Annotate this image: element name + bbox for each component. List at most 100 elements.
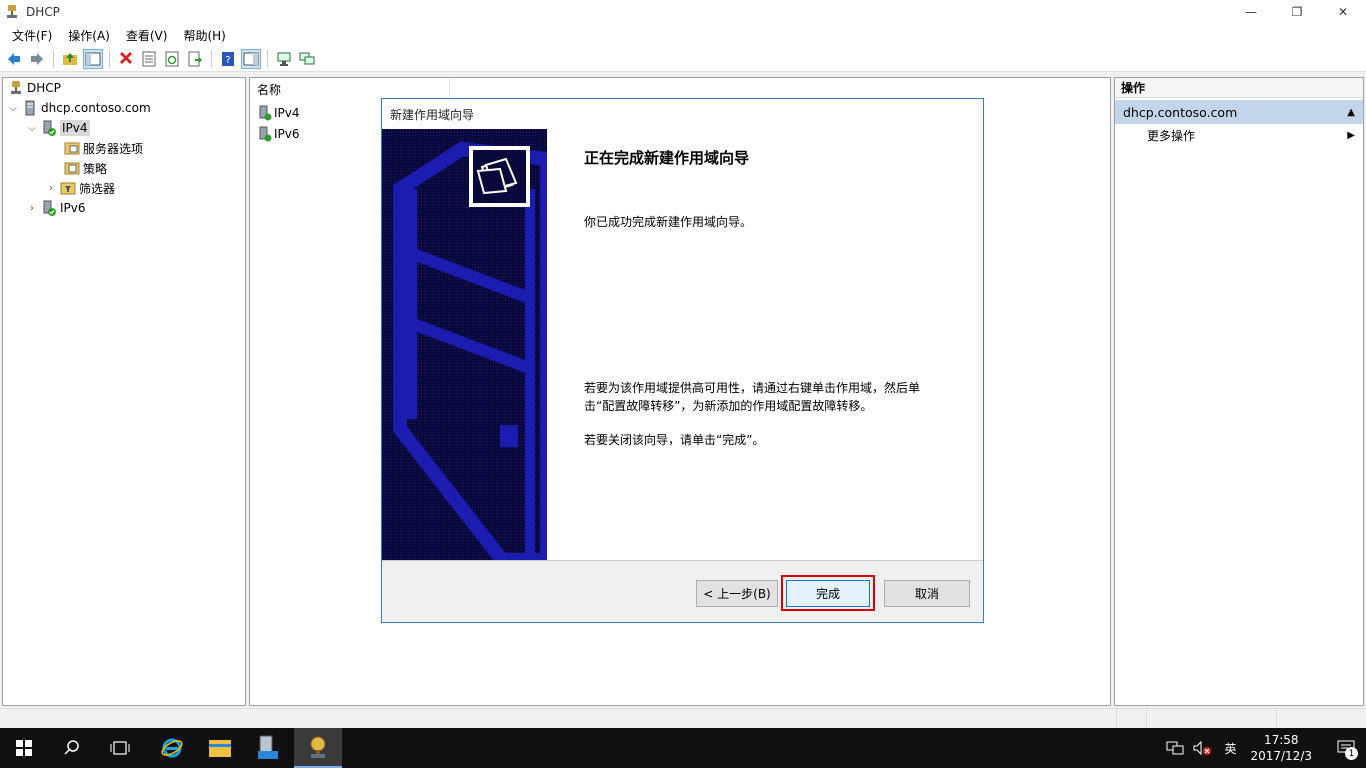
title-bar: DHCP — ❐ ✕ — [0, 0, 1366, 24]
submenu-arrow-icon: ▶ — [1347, 129, 1355, 141]
toolbar-separator — [211, 49, 212, 68]
volume-muted-icon[interactable] — [1192, 740, 1212, 756]
status-bar — [0, 708, 1366, 729]
show-action-pane-icon[interactable] — [241, 48, 261, 69]
menu-help[interactable]: 帮助(H) — [175, 27, 233, 44]
chevron-down-icon[interactable]: ⌵ — [7, 103, 19, 114]
dhcp-app-icon — [7, 5, 17, 18]
show-hide-tree-icon[interactable] — [83, 48, 103, 69]
action-pane-title: 操作 — [1115, 78, 1363, 98]
task-view-button[interactable] — [96, 728, 144, 768]
taskbar-ie[interactable] — [148, 728, 196, 768]
clock-date: 2017/12/3 — [1250, 749, 1312, 763]
export-list-icon[interactable] — [185, 49, 205, 69]
chevron-right-icon[interactable]: › — [26, 203, 38, 214]
column-header-name[interactable]: 名称 — [250, 78, 450, 100]
restore-button[interactable]: ❐ — [1274, 0, 1320, 24]
tree-node-policies[interactable]: 策略 — [61, 158, 107, 178]
policies-icon — [64, 162, 80, 175]
search-icon — [64, 740, 79, 755]
notification-badge: 1 — [1345, 747, 1358, 760]
file-explorer-icon — [209, 740, 231, 757]
network-icon[interactable] — [1166, 740, 1184, 756]
task-view-icon — [110, 741, 130, 755]
toolbar: ? — [0, 46, 1366, 72]
ipv4-icon — [259, 105, 272, 121]
banner-graphic — [382, 129, 547, 560]
search-button[interactable] — [48, 728, 96, 768]
server-options-icon — [64, 142, 80, 155]
tree-node-filters[interactable]: › 筛选器 — [45, 178, 115, 198]
finish-button[interactable]: 完成 — [786, 580, 870, 607]
action-center-button[interactable]: 1 — [1326, 728, 1366, 768]
menu-file[interactable]: 文件(F) — [4, 27, 60, 44]
help-icon[interactable]: ? — [218, 49, 238, 69]
clock[interactable]: 17:58 2017/12/3 — [1250, 732, 1312, 764]
taskbar-file-explorer[interactable] — [196, 728, 244, 768]
cancel-button[interactable]: 取消 — [884, 580, 970, 607]
window-title: DHCP — [26, 5, 60, 19]
menu-view[interactable]: 查看(V) — [118, 27, 176, 44]
wizard-failover-text: 若要为该作用域提供高可用性，请通过右键单击作用域，然后单击“配置故障转移”，为新… — [584, 381, 921, 413]
wizard-heading: 正在完成新建作用域向导 — [584, 149, 750, 167]
new-scope-wizard-dialog: 新建作用域向导 正在完成新建作用域向导 你已成功完成新建作用域向导。 若要为该作… — [381, 98, 984, 623]
wizard-success-text: 你已成功完成新建作用域向导。 — [584, 215, 753, 229]
list-item[interactable]: IPv6 — [258, 124, 300, 144]
wizard-banner — [382, 129, 547, 560]
system-tray: 英 17:58 2017/12/3 1 — [1166, 728, 1366, 768]
taskbar-dhcp[interactable] — [294, 728, 342, 768]
clock-time: 17:58 — [1263, 733, 1299, 747]
toolbar-separator — [53, 49, 54, 68]
collapse-up-icon[interactable]: ▲ — [1347, 107, 1355, 118]
status-segment — [1146, 709, 1276, 729]
server-manager-icon — [258, 735, 278, 759]
console-tree: DHCP ⌵ dhcp.contoso.com ⌵ IPv4 服务器选项 策略 … — [2, 77, 246, 706]
refresh-icon[interactable] — [162, 49, 182, 69]
toolbar-separator — [267, 49, 268, 68]
status-segment — [1116, 709, 1146, 729]
minimize-button[interactable]: — — [1228, 0, 1274, 24]
forward-icon[interactable] — [27, 49, 47, 69]
up-folder-icon[interactable] — [60, 49, 80, 69]
close-button[interactable]: ✕ — [1320, 0, 1366, 24]
wizard-close-instructions: 若要关闭该向导，请单击“完成”。 — [584, 433, 765, 447]
windows-logo-icon — [16, 740, 32, 756]
taskbar-server-manager[interactable] — [244, 728, 292, 768]
back-button[interactable]: < 上一步(B) — [696, 580, 778, 607]
wizard-content: 正在完成新建作用域向导 你已成功完成新建作用域向导。 若要为该作用域提供高可用性… — [547, 129, 983, 560]
delete-icon[interactable] — [116, 49, 136, 69]
properties-icon[interactable] — [139, 49, 159, 69]
status-segment — [1276, 709, 1366, 729]
start-button[interactable] — [0, 728, 48, 768]
tree-node-dhcp[interactable]: DHCP — [5, 78, 61, 98]
wizard-footer: < 上一步(B) 完成 取消 — [382, 560, 983, 622]
ipv4-icon — [43, 120, 56, 136]
chevron-down-icon[interactable]: ⌵ — [26, 123, 38, 134]
authorize-server-icon[interactable] — [274, 49, 294, 69]
tree-node-ipv4[interactable]: ⌵ IPv4 — [26, 118, 90, 138]
action-pane: 操作 dhcp.contoso.com ▲ 更多操作 ▶ — [1114, 77, 1364, 706]
tree-node-ipv6[interactable]: › IPv6 — [26, 198, 86, 218]
tree-node-server-options[interactable]: 服务器选项 — [61, 138, 143, 158]
toolbar-separator — [109, 49, 110, 68]
dhcp-icon — [11, 81, 21, 94]
list-item[interactable]: IPv4 — [258, 103, 300, 123]
server-status-icon[interactable] — [297, 49, 317, 69]
filters-icon — [60, 182, 76, 195]
menu-bar: 文件(F) 操作(A) 查看(V) 帮助(H) — [0, 24, 1366, 46]
dhcp-icon — [310, 736, 326, 758]
back-icon[interactable] — [4, 49, 24, 69]
taskbar: 英 17:58 2017/12/3 1 — [0, 728, 1366, 768]
server-icon — [25, 100, 35, 116]
menu-action[interactable]: 操作(A) — [60, 27, 118, 44]
wizard-title: 新建作用域向导 — [382, 99, 983, 129]
tree-node-server[interactable]: ⌵ dhcp.contoso.com — [7, 98, 151, 118]
chevron-right-icon[interactable]: › — [45, 183, 57, 194]
ipv6-icon — [43, 200, 56, 216]
ime-indicator[interactable]: 英 — [1224, 740, 1236, 757]
svg-text:?: ? — [225, 55, 230, 66]
internet-explorer-icon — [161, 738, 183, 758]
ipv6-icon — [259, 126, 272, 142]
action-section-server[interactable]: dhcp.contoso.com ▲ — [1115, 100, 1363, 124]
more-actions-item[interactable]: 更多操作 ▶ — [1115, 124, 1363, 146]
